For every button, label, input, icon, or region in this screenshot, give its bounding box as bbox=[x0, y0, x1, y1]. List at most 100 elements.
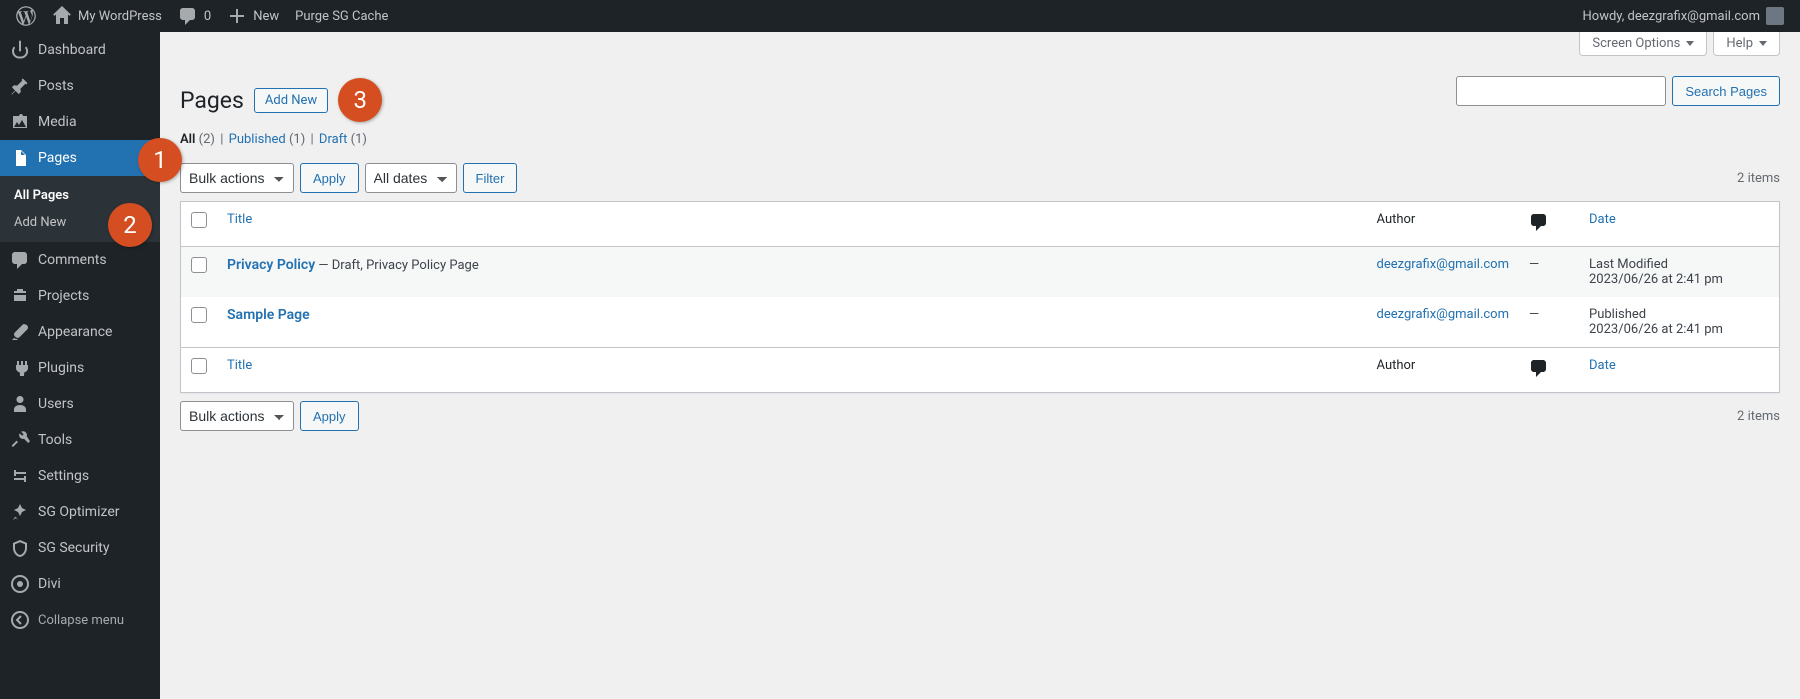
user-icon bbox=[10, 394, 30, 414]
annotation-badge-3: 3 bbox=[338, 78, 382, 122]
admin-bar: My WordPress 0 New Purge SG Cache Howdy,… bbox=[0, 0, 1800, 32]
tablenav-bottom: Bulk actions 2 items bbox=[160, 393, 1800, 439]
chevron-down-icon bbox=[1686, 41, 1694, 46]
howdy-text: Howdy, deezgrafix@gmail.com bbox=[1583, 9, 1761, 24]
sidebar-item-comments[interactable]: Comments bbox=[0, 242, 160, 278]
status-filters: All (2) | Published (1) | Draft (1) bbox=[160, 132, 1800, 155]
site-name: My WordPress bbox=[78, 9, 162, 24]
sidebar-item-sg-optimizer[interactable]: SG Optimizer bbox=[0, 494, 160, 530]
comment-icon bbox=[178, 6, 198, 26]
admin-sidebar: Dashboard Posts Media Pages 1 All Pages … bbox=[0, 32, 160, 699]
row-checkbox[interactable] bbox=[191, 257, 207, 273]
col-date[interactable]: Date bbox=[1579, 347, 1779, 392]
sidebar-item-media[interactable]: Media bbox=[0, 104, 160, 140]
comments-icon bbox=[10, 250, 30, 270]
plug-icon bbox=[10, 358, 30, 378]
bulk-actions-select[interactable]: Bulk actions bbox=[180, 401, 294, 431]
wrench-icon bbox=[10, 430, 30, 450]
row-checkbox[interactable] bbox=[191, 307, 207, 323]
help-toggle[interactable]: Help bbox=[1713, 32, 1780, 56]
date-cell: Last Modified2023/06/26 at 2:41 pm bbox=[1579, 247, 1779, 297]
bulk-actions-select[interactable]: Bulk actions bbox=[180, 163, 294, 193]
col-comments[interactable] bbox=[1519, 347, 1579, 392]
sidebar-item-divi[interactable]: Divi bbox=[0, 566, 160, 602]
divi-icon bbox=[10, 574, 30, 594]
items-count: 2 items bbox=[1737, 171, 1780, 186]
plus-icon bbox=[227, 6, 247, 26]
col-author: Author bbox=[1367, 347, 1519, 392]
comments-cell: — bbox=[1519, 297, 1579, 347]
search-button[interactable] bbox=[1672, 76, 1780, 106]
search-box bbox=[1456, 76, 1780, 106]
sidebar-item-users[interactable]: Users bbox=[0, 386, 160, 422]
new-label: New bbox=[253, 9, 279, 24]
items-count: 2 items bbox=[1737, 409, 1780, 424]
select-all-checkbox[interactable] bbox=[191, 358, 207, 374]
portfolio-icon bbox=[10, 286, 30, 306]
author-link[interactable]: deezgrafix@gmail.com bbox=[1377, 307, 1509, 322]
pin-icon bbox=[10, 76, 30, 96]
shield-icon bbox=[10, 538, 30, 558]
filter-draft[interactable]: Draft (1) bbox=[319, 132, 367, 147]
annotation-badge-1: 1 bbox=[138, 138, 182, 182]
wp-logo[interactable] bbox=[8, 0, 44, 32]
add-new-button[interactable]: Add New bbox=[254, 88, 328, 113]
apply-button[interactable] bbox=[300, 401, 359, 431]
home-icon bbox=[52, 6, 72, 26]
account-link[interactable]: Howdy, deezgrafix@gmail.com bbox=[1575, 0, 1793, 32]
tablenav-top: Bulk actions All dates 2 items bbox=[160, 155, 1800, 201]
annotation-badge-2: 2 bbox=[108, 203, 152, 247]
sidebar-item-plugins[interactable]: Plugins bbox=[0, 350, 160, 386]
pages-table: Title Author Date Privacy Policy — Draft… bbox=[180, 201, 1780, 393]
table-row: Sample Page deezgrafix@gmail.com — Publi… bbox=[181, 297, 1779, 347]
sliders-icon bbox=[10, 466, 30, 486]
col-date[interactable]: Date bbox=[1579, 202, 1779, 247]
rocket-icon bbox=[10, 502, 30, 522]
table-row: Privacy Policy — Draft, Privacy Policy P… bbox=[181, 247, 1779, 297]
col-title[interactable]: Title bbox=[217, 347, 1367, 392]
author-link[interactable]: deezgrafix@gmail.com bbox=[1377, 257, 1509, 272]
screen-meta: Screen Options Help bbox=[1579, 32, 1780, 56]
filter-all[interactable]: All (2) bbox=[180, 132, 215, 147]
page-title-link[interactable]: Privacy Policy bbox=[227, 257, 315, 273]
page-title-link[interactable]: Sample Page bbox=[227, 307, 310, 323]
new-link[interactable]: New bbox=[219, 0, 287, 32]
comments-link[interactable]: 0 bbox=[170, 0, 219, 32]
col-comments[interactable] bbox=[1519, 202, 1579, 247]
sidebar-item-dashboard[interactable]: Dashboard bbox=[0, 32, 160, 68]
avatar bbox=[1766, 7, 1784, 25]
sidebar-item-appearance[interactable]: Appearance bbox=[0, 314, 160, 350]
comments-cell: — bbox=[1519, 247, 1579, 297]
sidebar-item-sg-security[interactable]: SG Security bbox=[0, 530, 160, 566]
purge-cache[interactable]: Purge SG Cache bbox=[287, 0, 396, 32]
page-state: — Draft, Privacy Policy Page bbox=[318, 258, 478, 273]
collapse-menu[interactable]: Collapse menu bbox=[0, 602, 160, 638]
col-title[interactable]: Title bbox=[217, 202, 1367, 247]
comment-count: 0 bbox=[204, 9, 211, 24]
brush-icon bbox=[10, 322, 30, 342]
page-icon bbox=[10, 148, 30, 168]
sidebar-item-settings[interactable]: Settings bbox=[0, 458, 160, 494]
sidebar-item-tools[interactable]: Tools bbox=[0, 422, 160, 458]
sidebar-item-pages[interactable]: Pages 1 bbox=[0, 140, 160, 176]
date-cell: Published2023/06/26 at 2:41 pm bbox=[1579, 297, 1779, 347]
select-all-checkbox[interactable] bbox=[191, 212, 207, 228]
sidebar-item-posts[interactable]: Posts bbox=[0, 68, 160, 104]
media-icon bbox=[10, 112, 30, 132]
sidebar-item-projects[interactable]: Projects bbox=[0, 278, 160, 314]
submenu-add-new[interactable]: Add New 2 bbox=[0, 209, 160, 236]
content-area: Screen Options Help Pages Add New 3 All … bbox=[160, 32, 1800, 699]
chevron-down-icon bbox=[1759, 41, 1767, 46]
filter-published[interactable]: Published (1) bbox=[229, 132, 306, 147]
filter-button[interactable] bbox=[463, 163, 518, 193]
comment-icon bbox=[1529, 358, 1549, 378]
dashboard-icon bbox=[10, 40, 30, 60]
search-input[interactable] bbox=[1456, 76, 1666, 106]
site-link[interactable]: My WordPress bbox=[44, 0, 170, 32]
comment-icon bbox=[1529, 212, 1549, 232]
apply-button[interactable] bbox=[300, 163, 359, 193]
screen-options-toggle[interactable]: Screen Options bbox=[1579, 32, 1707, 56]
pages-submenu: All Pages Add New 2 bbox=[0, 176, 160, 242]
dates-select[interactable]: All dates bbox=[365, 163, 457, 193]
collapse-icon bbox=[10, 610, 30, 630]
